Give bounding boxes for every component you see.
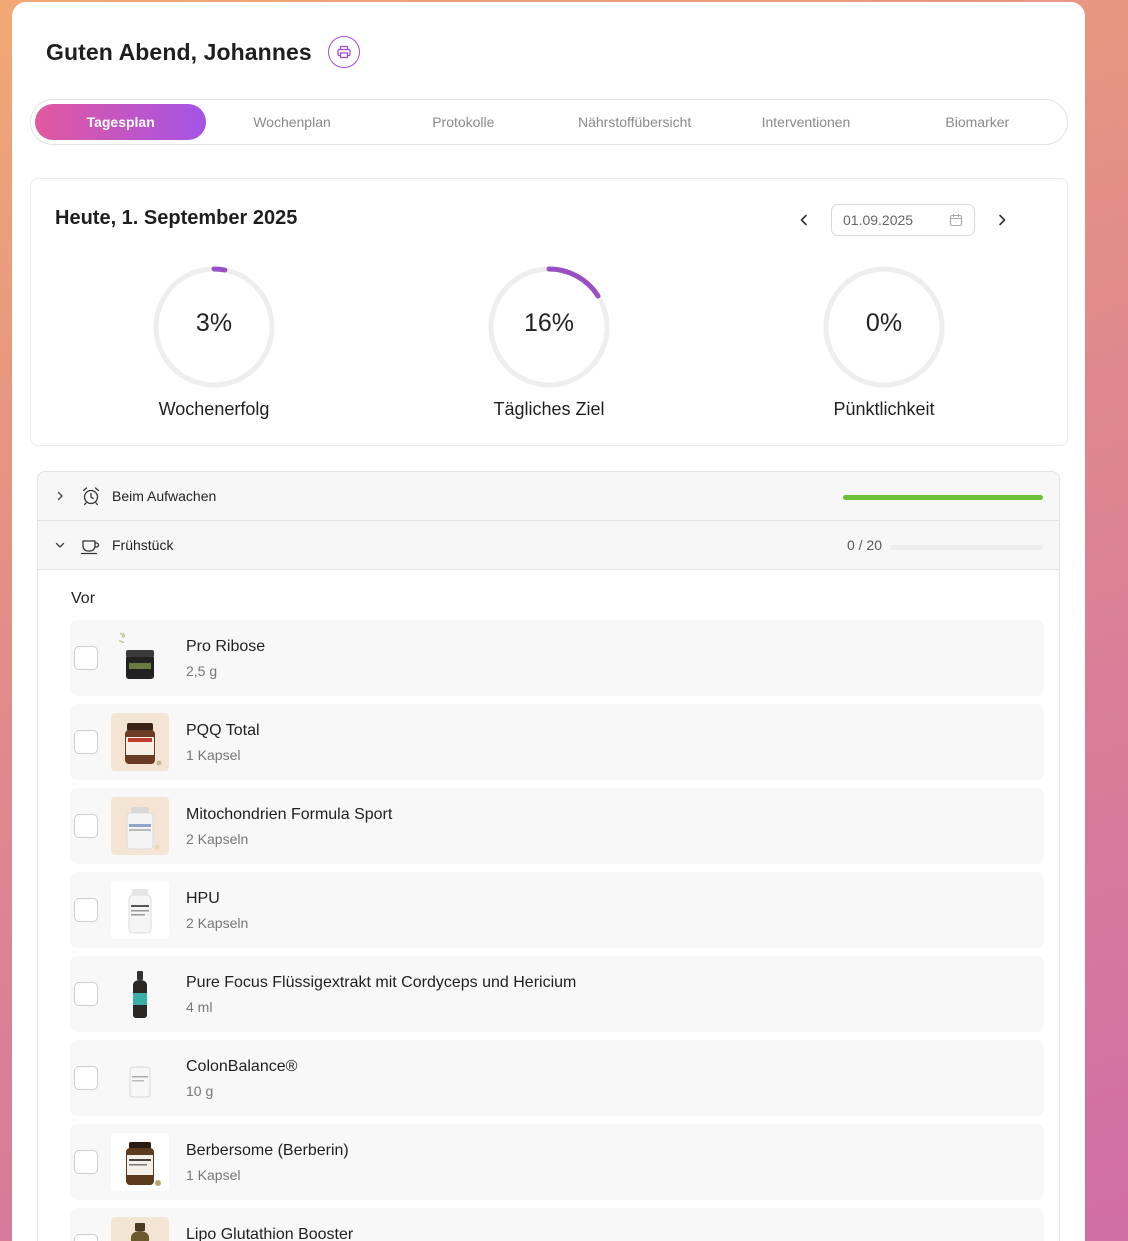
item-checkbox[interactable] [74,814,98,838]
page-header: Guten Abend, Johannes [46,36,360,68]
gauge-label: Tägliches Ziel [493,399,605,419]
date-navigation: 01.09.2025 [791,204,1015,236]
date-picker-input[interactable]: 01.09.2025 [831,204,975,236]
collapse-button[interactable] [52,539,68,551]
product-image [111,629,169,687]
item-dose: 4 ml [186,999,213,1015]
greeting-title: Guten Abend, Johannes [46,38,312,65]
tab-tagesplan[interactable]: Tagesplan [35,104,207,140]
item-name: Berbersome (Berberin) [186,1142,349,1159]
item-checkbox[interactable] [74,898,98,922]
item-name: Mitochondrien Formula Sport [186,806,393,823]
item-checkbox[interactable] [74,1066,98,1090]
list-item: Mitochondrien Formula Sport 2 Kapseln [70,788,1044,864]
product-image [111,1049,169,1107]
chevron-right-icon [999,214,1006,226]
expand-button[interactable] [52,490,68,502]
calendar-icon [949,214,963,227]
previous-day-button[interactable] [791,207,817,233]
item-checkbox[interactable] [74,1150,98,1174]
item-name: HPU [186,890,220,907]
section-progress-bar [843,495,1043,500]
gauge-wochenerfolg: 3% Wochenerfolg [114,265,314,420]
item-checkbox[interactable] [74,1234,98,1241]
print-button[interactable] [327,36,360,68]
item-name: PQQ Total [186,722,260,739]
list-item: Lipo Glutathion Booster [70,1208,1044,1241]
item-dose: 1 Kapsel [186,1167,241,1183]
section-fruehstueck[interactable]: Frühstück 0 / 20 [38,521,1059,570]
item-checkbox[interactable] [74,646,98,670]
chevron-down-icon [55,542,65,548]
item-dose: 2 Kapseln [186,915,249,931]
product-image [111,1217,169,1241]
tab-wochenplan[interactable]: Wochenplan [206,104,377,140]
item-name: Pro Ribose [186,638,266,655]
main-card: Guten Abend, Johannes Tagesplan Wochenpl… [12,2,1085,1241]
day-title: Heute, 1. September 2025 [55,207,298,229]
intake-schedule: Beim Aufwachen Frühstück 0 / 20 Vor Pro … [37,471,1060,1241]
gauge-taegliches-ziel: 16% Tägliches Ziel [449,265,649,420]
gauge-label: Wochenerfolg [158,399,270,419]
list-item: ColonBalance® 10 g [70,1040,1044,1116]
next-day-button[interactable] [989,207,1015,233]
product-image [111,965,169,1023]
product-image [111,1133,169,1191]
gauge-puenktlichkeit: 0% Pünktlichkeit [784,265,984,420]
item-dose: 2,5 g [186,663,218,679]
chevron-left-icon [800,214,807,226]
section-title: Beim Aufwachen [112,488,217,504]
item-dose: 10 g [186,1083,214,1099]
item-dose: 1 Kapsel [186,747,241,763]
day-summary-panel: Heute, 1. September 2025 01.09.2025 3% W… [30,178,1068,446]
item-name: Lipo Glutathion Booster [186,1226,354,1241]
section-progress-bar [890,545,1043,550]
timing-group-label: Vor [71,590,96,607]
tab-naehrstoffuebersicht[interactable]: Nährstoffübersicht [549,104,720,140]
tab-biomarker[interactable]: Biomarker [892,104,1063,140]
list-item: PQQ Total 1 Kapsel [70,704,1044,780]
gauge-percent: 0% [865,309,903,337]
product-image [111,881,169,939]
coffee-cup-icon [80,535,102,555]
section-title: Frühstück [112,537,174,553]
section-beim-aufwachen[interactable]: Beim Aufwachen [38,472,1059,521]
item-checkbox[interactable] [74,730,98,754]
date-value: 01.09.2025 [843,212,914,228]
list-item: Pure Focus Flüssigextrakt mit Cordyceps … [70,956,1044,1032]
section-count: 0 / 20 [846,537,882,553]
item-checkbox[interactable] [74,982,98,1006]
product-image [111,713,169,771]
list-item: Berbersome (Berberin) 1 Kapsel [70,1124,1044,1200]
gauge-label: Pünktlichkeit [833,399,935,419]
gauge-percent: 16% [523,309,575,337]
chevron-right-icon [57,491,63,501]
tab-protokolle[interactable]: Protokolle [378,104,549,140]
product-image [111,797,169,855]
list-item: Pro Ribose 2,5 g [70,620,1044,696]
supplement-list: Pro Ribose 2,5 g PQQ Total 1 Kapsel Mito… [70,620,1044,1241]
main-tabs: Tagesplan Wochenplan Protokolle Nährstof… [30,99,1068,145]
item-dose: 2 Kapseln [186,831,249,847]
item-name: ColonBalance® [186,1058,298,1075]
gauge-percent: 3% [195,309,233,337]
item-name: Pure Focus Flüssigextrakt mit Cordyceps … [186,974,577,991]
list-item: HPU 2 Kapseln [70,872,1044,948]
alarm-clock-icon [80,486,102,506]
printer-icon [337,45,351,59]
tab-interventionen[interactable]: Interventionen [720,104,891,140]
